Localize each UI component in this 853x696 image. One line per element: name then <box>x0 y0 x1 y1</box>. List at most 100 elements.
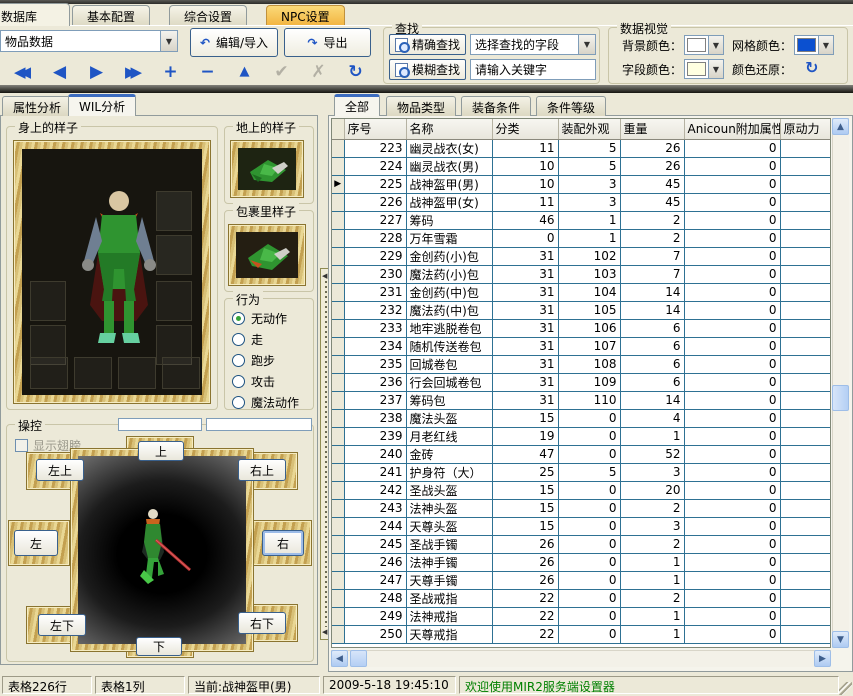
table-cell[interactable]: 0 <box>684 517 780 535</box>
table-row[interactable]: 247天尊手镯26010 <box>332 571 831 589</box>
dir-down-button[interactable]: 下 <box>136 637 182 656</box>
table-cell[interactable]: 15 <box>492 499 558 517</box>
dir-down-right-button[interactable]: 右下 <box>238 612 286 634</box>
resize-grip[interactable] <box>839 682 852 695</box>
table-row[interactable]: 231金创药(中)包31104140 <box>332 283 831 301</box>
table-cell[interactable]: 魔法药(中)包 <box>406 301 492 319</box>
table-cell[interactable]: 234 <box>344 337 406 355</box>
table-cell[interactable]: 31 <box>492 355 558 373</box>
table-row[interactable]: 238魔法头盔15040 <box>332 409 831 427</box>
table-cell[interactable]: 45 <box>620 175 684 193</box>
table-row[interactable]: 248圣战戒指22020 <box>332 589 831 607</box>
table-cell[interactable]: 3 <box>558 193 620 211</box>
fuzzy-find-button[interactable]: 模糊查找 <box>389 59 466 80</box>
row-indicator-cell[interactable] <box>332 499 344 517</box>
table-cell[interactable]: 0 <box>558 481 620 499</box>
control-input-1[interactable] <box>118 418 202 431</box>
table-cell[interactable]: 109 <box>558 373 620 391</box>
dir-down-left-button[interactable]: 左下 <box>38 614 86 636</box>
exact-find-button[interactable]: 精确查找 <box>389 34 466 55</box>
table-cell[interactable]: 15 <box>492 517 558 535</box>
chevron-down-icon[interactable]: ▼ <box>160 31 177 51</box>
table-row[interactable]: 241护身符（大）25530 <box>332 463 831 481</box>
table-cell[interactable]: 1 <box>620 427 684 445</box>
hscroll-thumb[interactable] <box>350 650 367 667</box>
radio-no-action[interactable]: 无动作 <box>232 310 287 327</box>
table-cell[interactable]: 228 <box>344 229 406 247</box>
radio-run[interactable]: 跑步 <box>232 352 275 369</box>
table-cell[interactable]: 236 <box>344 373 406 391</box>
table-cell[interactable] <box>780 229 831 247</box>
table-cell[interactable]: 天尊戒指 <box>406 625 492 643</box>
table-cell[interactable]: 0 <box>558 445 620 463</box>
table-cell[interactable]: 238 <box>344 409 406 427</box>
row-indicator-cell[interactable]: ▶ <box>332 175 344 193</box>
table-cell[interactable] <box>780 247 831 265</box>
row-indicator-cell[interactable] <box>332 193 344 211</box>
table-row[interactable]: 237筹码包31110140 <box>332 391 831 409</box>
table-cell[interactable]: 0 <box>558 625 620 643</box>
table-cell[interactable] <box>780 481 831 499</box>
table-cell[interactable]: 26 <box>620 139 684 157</box>
col-header-weight[interactable]: 重量 <box>620 119 684 139</box>
table-cell[interactable]: 31 <box>492 373 558 391</box>
row-indicator-cell[interactable] <box>332 517 344 535</box>
splitter-collapse-icon[interactable]: ◀ <box>322 628 327 636</box>
table-cell[interactable]: 法神戒指 <box>406 607 492 625</box>
table-cell[interactable] <box>780 337 831 355</box>
table-cell[interactable]: 25 <box>492 463 558 481</box>
grid-color-picker[interactable]: ▼ <box>794 35 834 55</box>
row-indicator-cell[interactable] <box>332 337 344 355</box>
table-cell[interactable]: 246 <box>344 553 406 571</box>
export-button[interactable]: ↷ 导出 <box>284 28 371 57</box>
row-indicator-cell[interactable] <box>332 319 344 337</box>
tab-basic-config[interactable]: 基本配置 <box>72 5 150 26</box>
table-cell[interactable]: 幽灵战衣(女) <box>406 139 492 157</box>
row-indicator-cell[interactable] <box>332 481 344 499</box>
table-cell[interactable]: 10 <box>492 175 558 193</box>
table-cell[interactable]: 万年雪霜 <box>406 229 492 247</box>
table-cell[interactable]: 14 <box>620 391 684 409</box>
table-cell[interactable] <box>780 193 831 211</box>
table-cell[interactable]: 0 <box>684 427 780 445</box>
table-cell[interactable] <box>780 607 831 625</box>
row-indicator-cell[interactable] <box>332 229 344 247</box>
col-header-anicount[interactable]: Anicoun附加属性 <box>684 119 780 139</box>
cancel-record-icon[interactable]: ✗ <box>300 60 337 84</box>
table-cell[interactable]: 52 <box>620 445 684 463</box>
table-cell[interactable]: 0 <box>684 409 780 427</box>
table-row[interactable]: 242圣战头盔150200 <box>332 481 831 499</box>
table-row[interactable]: 243法神头盔15020 <box>332 499 831 517</box>
table-cell[interactable]: 10 <box>492 157 558 175</box>
table-cell[interactable] <box>780 589 831 607</box>
control-input-2[interactable] <box>206 418 312 431</box>
table-cell[interactable]: 0 <box>684 157 780 175</box>
table-cell[interactable]: 250 <box>344 625 406 643</box>
table-cell[interactable]: 0 <box>684 283 780 301</box>
prev-record-icon[interactable]: ◀ <box>41 60 78 84</box>
table-cell[interactable]: 6 <box>620 337 684 355</box>
table-row[interactable]: ▶225战神盔甲(男)103450 <box>332 175 831 193</box>
table-cell[interactable] <box>780 499 831 517</box>
scroll-left-icon[interactable]: ◀ <box>331 650 348 667</box>
edit-record-icon[interactable]: ▲ <box>226 60 263 84</box>
tab-condition-level[interactable]: 条件等级 <box>536 96 606 116</box>
table-cell[interactable]: 0 <box>684 571 780 589</box>
col-header-name[interactable]: 名称 <box>406 119 492 139</box>
table-cell[interactable]: 回城卷包 <box>406 355 492 373</box>
table-cell[interactable]: 0 <box>684 337 780 355</box>
table-cell[interactable]: 0 <box>684 499 780 517</box>
table-cell[interactable]: 0 <box>558 517 620 535</box>
row-indicator-cell[interactable] <box>332 157 344 175</box>
table-cell[interactable]: 1 <box>620 607 684 625</box>
table-cell[interactable]: 0 <box>684 607 780 625</box>
table-row[interactable]: 234随机传送卷包3110760 <box>332 337 831 355</box>
table-cell[interactable] <box>780 157 831 175</box>
bg-color-picker[interactable]: ▼ <box>684 35 724 55</box>
table-cell[interactable]: 1 <box>620 553 684 571</box>
table-row[interactable]: 245圣战手镯26020 <box>332 535 831 553</box>
table-cell[interactable]: 5 <box>558 463 620 481</box>
table-cell[interactable]: 26 <box>492 535 558 553</box>
table-cell[interactable]: 4 <box>620 409 684 427</box>
tab-attribute-analysis[interactable]: 属性分析 <box>2 96 72 116</box>
